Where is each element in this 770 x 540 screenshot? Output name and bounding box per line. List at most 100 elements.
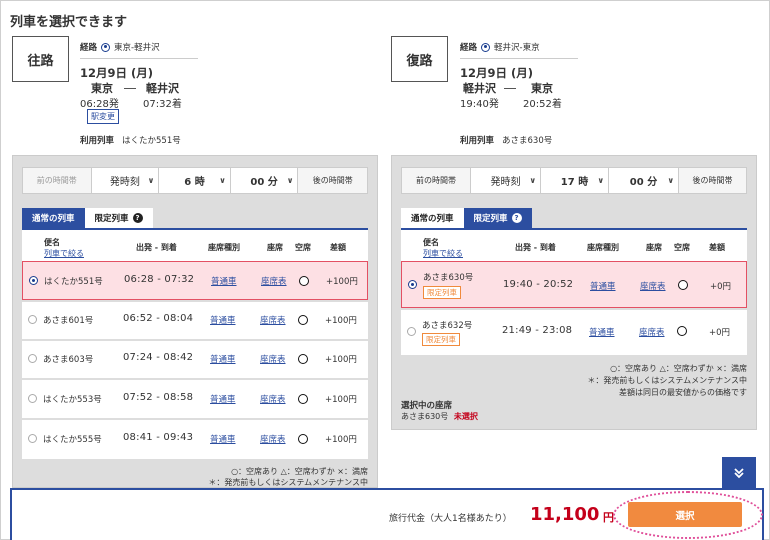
chevron-down-icon: ∨ [286,176,294,185]
seat-type-link[interactable]: 普通車 [589,326,615,338]
seat-map-link[interactable]: 座席表 [639,326,665,338]
radio-selected[interactable] [29,276,38,285]
minute-select[interactable]: 00 分 ∨ [608,168,678,193]
hour-select[interactable]: 17 時 ∨ [540,168,608,193]
maintenance-note: ＊：発売前もしくはシステムメンテナンス中 [208,478,368,487]
tab-normal-trains[interactable]: 通常の列車 [22,208,85,228]
help-icon[interactable]: ? [511,213,522,223]
prev-time-button[interactable]: 前の時間帯 [23,168,91,193]
seat-type-link[interactable]: 普通車 [211,275,237,287]
radio-unselected[interactable] [28,434,37,443]
next-time-button[interactable]: 後の時間帯 [297,168,367,193]
mode-value: 発時刻 [109,177,140,188]
seat-map-link[interactable]: 座席表 [260,353,286,365]
seat-map-link[interactable]: 座席表 [260,393,286,405]
col-seat-type: 座席種別 [208,243,240,252]
maintenance-note: ＊：発売前もしくはシステムメンテナンス中 [587,376,747,385]
seat-type-link[interactable]: 普通車 [210,353,236,365]
table-row[interactable]: あさま630号 限定列車 19:40 - 20:52 普通車 座席表 +0円 [401,261,747,308]
train-time: 21:49 - 23:08 [502,325,573,336]
seat-map-link[interactable]: 座席表 [260,433,286,445]
seat-type-link[interactable]: 普通車 [590,280,616,292]
radio-unselected[interactable] [407,327,416,336]
table-row[interactable]: はくたか555号 08:41 - 09:43 普通車 座席表 +100円 [22,420,368,459]
seat-map-link[interactable]: 座席表 [640,280,666,292]
price-diff-note: 差額は同日の最安値からの価格です [619,388,747,397]
col-seat: 座席 [646,243,662,252]
radio-unselected[interactable] [28,354,37,363]
radio-selected[interactable] [408,280,417,289]
radio-unselected[interactable] [28,315,37,324]
radio-unselected[interactable] [28,394,37,403]
table-row[interactable]: あさま601号 06:52 - 08:04 普通車 座席表 +100円 [22,302,368,339]
total-price: 11,100 [530,504,600,525]
seat-type-link[interactable]: 普通車 [210,433,236,445]
table-row[interactable]: あさま632号 限定列車 21:49 - 23:08 普通車 座席表 +0円 [401,310,747,355]
prev-time-button[interactable]: 前の時間帯 [402,168,470,193]
double-chevron-down-icon[interactable] [722,457,756,489]
sort-by-train-link[interactable]: 列車で絞る [423,248,463,259]
col-vacancy: 空席 [295,243,311,252]
route-value: 東京-軽井沢 [114,43,160,53]
mode-select[interactable]: 発時刻 ∨ [90,168,159,193]
selected-seat-title: 選択中の座席 [401,401,453,411]
outbound-table-header: 便名 列車で絞る 出発 - 到着 座席種別 座席 空席 差額 [22,230,368,261]
return-arr-time: 20:52着 [523,99,562,110]
train-name: あさま630号 [423,273,474,283]
tab-limited-trains[interactable]: 限定列車? [84,208,153,228]
dash [504,88,516,89]
change-station-button[interactable]: 駅変更 [87,109,119,124]
vacancy-circle-icon [298,434,308,444]
train-name: あさま601号 [43,316,94,326]
mode-select[interactable]: 発時刻 ∨ [470,168,540,193]
route-radio-icon[interactable] [101,42,111,52]
route-label: 経路 [80,43,98,53]
table-row[interactable]: はくたか551号 06:28 - 07:32 普通車 座席表 +100円 [22,261,368,300]
return-to-station: 東京 [531,82,553,95]
seat-map-link[interactable]: 座席表 [260,314,286,326]
hour-value: 6 時 [184,177,205,188]
vacancy-circle-icon [677,326,687,336]
help-icon[interactable]: ? [132,213,143,223]
train-name: はくたか553号 [43,395,102,405]
minute-select[interactable]: 00 分 ∨ [229,168,298,193]
outbound-date: 12月9日 (月) [80,66,154,80]
outbound-dep-time: 06:28発 [80,99,119,110]
minute-value: 00 分 [250,177,278,188]
limited-badge: 限定列車 [423,286,461,299]
seat-type-link[interactable]: 普通車 [210,314,236,326]
table-row[interactable]: あさま603号 07:24 - 08:42 普通車 座席表 +100円 [22,341,368,378]
outbound-tabs: 通常の列車 限定列車? [22,208,153,228]
vacancy-circle-icon [299,276,309,286]
selected-seat-info: あさま630号 未選択 [401,411,478,422]
hour-select[interactable]: 6 時 ∨ [158,168,230,193]
train-time: 06:28 - 07:32 [124,274,195,285]
train-label: 利用列車 [460,136,495,146]
chevron-down-icon: ∨ [529,176,537,185]
tab-normal-trains[interactable]: 通常の列車 [401,208,464,228]
mode-value: 発時刻 [490,177,521,188]
train-time: 08:41 - 09:43 [123,432,194,443]
outbound-from-station: 東京 [91,82,113,95]
next-time-button[interactable]: 後の時間帯 [678,168,746,193]
route-radio-icon[interactable] [481,42,491,52]
sort-by-train-link[interactable]: 列車で絞る [44,248,84,259]
seat-map-link[interactable]: 座席表 [261,275,287,287]
return-route: 経路 軽井沢-東京 [460,41,540,53]
vacancy-circle-icon [298,394,308,404]
divider [460,58,578,59]
col-vacancy: 空席 [674,243,690,252]
train-time: 19:40 - 20:52 [503,279,574,290]
tab-label: 限定列車 [94,214,129,224]
selected-seat-train: あさま630号 [401,412,449,421]
price-label: 旅行代金（大人1名様あたり） [389,514,512,524]
price-diff: +0円 [710,282,732,292]
col-name: 便名 [423,238,439,247]
hour-value: 17 時 [560,177,589,188]
select-button[interactable]: 選択 [628,502,742,527]
tab-limited-trains[interactable]: 限定列車? [463,208,532,228]
chevron-down-icon: ∨ [147,176,155,185]
train-name: はくたか555号 [43,435,102,445]
seat-type-link[interactable]: 普通車 [210,393,236,405]
table-row[interactable]: はくたか553号 07:52 - 08:58 普通車 座席表 +100円 [22,380,368,418]
